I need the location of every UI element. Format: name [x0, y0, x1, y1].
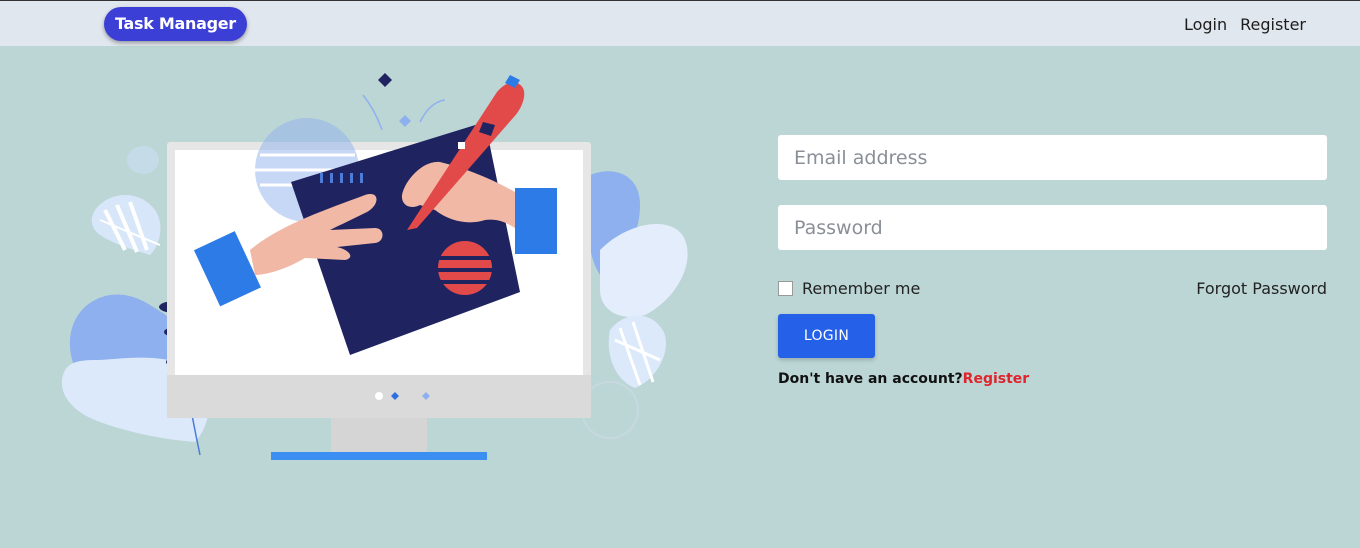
- nav-login-link[interactable]: Login: [1184, 15, 1227, 34]
- forgot-password-link[interactable]: Forgot Password: [1196, 279, 1327, 298]
- remember-me-label: Remember me: [802, 278, 921, 298]
- nav-links: Login Register: [1184, 1, 1306, 47]
- signup-prompt-text: Don't have an account?: [778, 371, 963, 387]
- monitor-drawing-illustration: [61, 73, 688, 460]
- nav-register-link[interactable]: Register: [1240, 15, 1306, 34]
- monitor-base: [271, 452, 487, 460]
- remember-me[interactable]: Remember me: [778, 279, 920, 298]
- login-form: Remember me Forgot Password LOGIN Don't …: [778, 135, 1327, 387]
- email-input[interactable]: [778, 135, 1327, 180]
- monitor-stand: [331, 418, 427, 452]
- password-input[interactable]: [778, 205, 1327, 250]
- register-link[interactable]: Register: [963, 371, 1030, 387]
- top-navbar: Task Manager Login Register: [0, 0, 1360, 46]
- signup-prompt: Don't have an account?Register: [778, 371, 1327, 387]
- login-button[interactable]: LOGIN: [778, 314, 875, 358]
- remember-me-checkbox[interactable]: [778, 280, 793, 296]
- form-options-row: Remember me Forgot Password: [778, 277, 1327, 299]
- brand-logo[interactable]: Task Manager: [104, 7, 247, 41]
